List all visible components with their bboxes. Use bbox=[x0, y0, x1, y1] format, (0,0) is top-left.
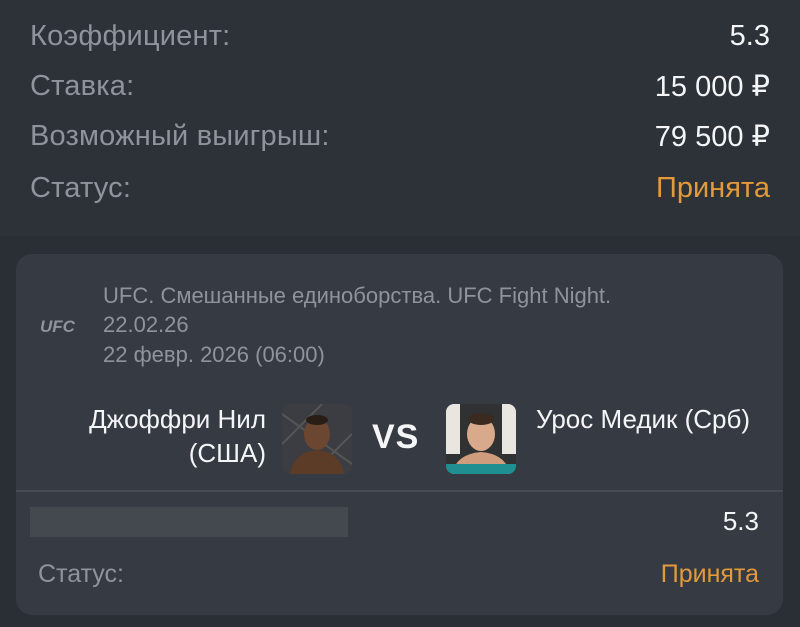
event-date: 22 февр. 2026 (06:00) bbox=[103, 342, 325, 367]
stake-label: Ставка: bbox=[30, 69, 135, 102]
event-title: UFC. Смешанные единоборства. UFC Fight N… bbox=[103, 283, 612, 337]
fighter-right-photo bbox=[446, 404, 516, 474]
ufc-logo-text: UFC bbox=[40, 317, 76, 336]
status-row: Статус: Принята bbox=[30, 166, 770, 210]
fighter-left-name: Джоффри Нил (США) bbox=[89, 404, 266, 468]
card-divider bbox=[16, 490, 783, 492]
fighter-right-name: Урос Медик (Срб) bbox=[536, 404, 751, 434]
vs-label: VS bbox=[372, 418, 420, 456]
line-status-row: Статус: Принята bbox=[38, 556, 759, 592]
status-badge: Принята bbox=[656, 171, 770, 204]
redacted-outcome-bar bbox=[30, 507, 348, 537]
fighter-left-avatar bbox=[282, 404, 352, 474]
bet-details-screen: Коэффициент: 5.3 Ставка: 15 000 ₽ Возмож… bbox=[0, 0, 800, 627]
line-status-badge: Принята bbox=[660, 559, 759, 588]
fighter-right-avatar bbox=[446, 404, 516, 474]
line-odds-value: 5.3 bbox=[722, 506, 759, 536]
line-status-label: Статус: bbox=[38, 559, 124, 588]
fighter-left-photo bbox=[282, 404, 352, 474]
payout-label: Возможный выигрыш: bbox=[30, 119, 330, 152]
payout-value: 79 500 ₽ bbox=[654, 120, 770, 153]
payout-row: Возможный выигрыш: 79 500 ₽ bbox=[30, 114, 770, 158]
status-label: Статус: bbox=[30, 171, 132, 204]
odds-row: Коэффициент: 5.3 bbox=[30, 14, 770, 58]
odds-label: Коэффициент: bbox=[30, 19, 231, 52]
event-header: UFC UFC. Смешанные единоборства. UFC Fig… bbox=[16, 254, 783, 367]
bet-coupon-card[interactable]: UFC UFC. Смешанные единоборства. UFC Fig… bbox=[16, 254, 783, 615]
odds-value: 5.3 bbox=[729, 19, 770, 52]
ufc-logo-icon: UFC bbox=[40, 317, 76, 336]
stake-value: 15 000 ₽ bbox=[654, 70, 770, 103]
bet-summary: Коэффициент: 5.3 Ставка: 15 000 ₽ Возмож… bbox=[0, 0, 800, 236]
stake-row: Ставка: 15 000 ₽ bbox=[30, 64, 770, 108]
